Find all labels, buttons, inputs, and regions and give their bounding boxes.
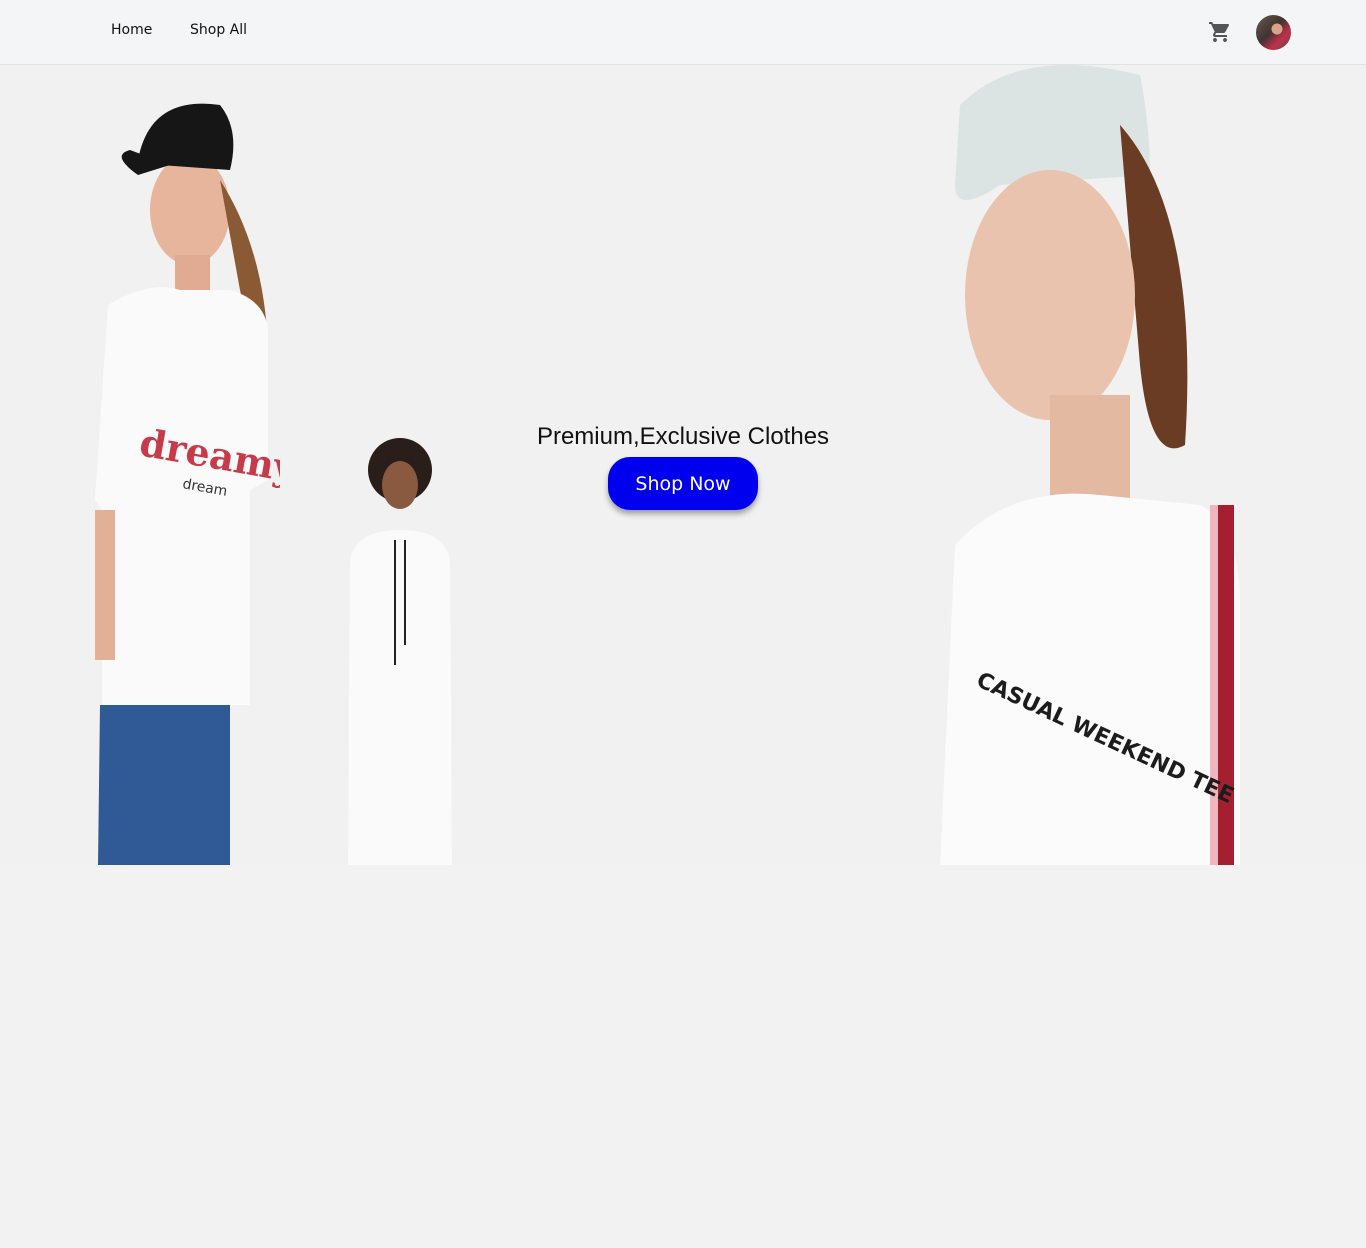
hero-title: Premium,Exclusive Clothes [536,423,830,450]
nav-shop-all-link[interactable]: Shop All [190,22,247,38]
model-middle-image [348,438,452,865]
nav-home-link[interactable]: Home [111,22,152,38]
navbar: Home Shop All [0,0,1366,65]
user-avatar[interactable] [1256,15,1291,50]
model-right-image: CASUAL WEEKEND TEE [940,65,1240,865]
cart-icon[interactable] [1208,20,1232,44]
shop-now-button[interactable]: Shop Now [608,457,758,510]
model-left-image: dreamy dream [95,103,280,865]
hero-banner: dreamy dream CASUAL WEEKEND TEE Premium,… [0,65,1366,865]
